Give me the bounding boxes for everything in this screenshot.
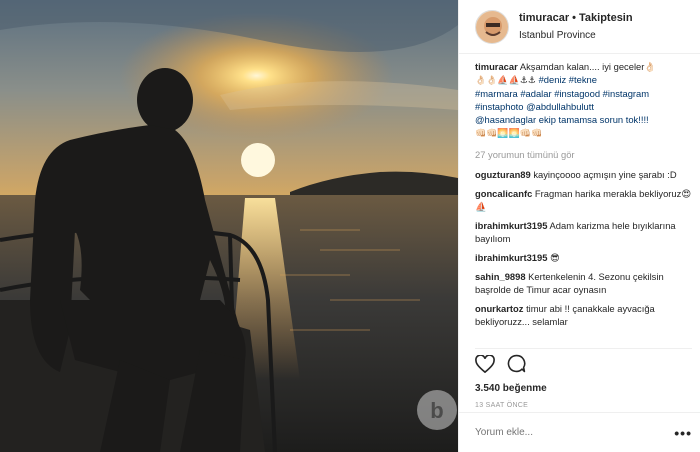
avatar[interactable] <box>475 9 509 44</box>
caption-emoji-line: 👌🏻👌🏻⛵⛵⚓⚓ <box>475 75 536 85</box>
comment-username[interactable]: goncalicanfc <box>475 188 532 199</box>
instagram-post: b timuracar • Takiptesin Istanbul Provin… <box>0 0 700 452</box>
caption-hashtags-2[interactable]: #marmara #adalar #instagood #instagram <box>475 88 649 99</box>
heart-icon[interactable] <box>475 353 495 378</box>
post-time: 13 SAAT ÖNCE <box>475 402 529 409</box>
comment-item: ibrahimkurt3195 Adam karizma hele bıyıkl… <box>475 219 692 245</box>
add-comment-input[interactable] <box>475 427 675 438</box>
comment-text: 😎 <box>550 252 560 263</box>
post-header: timuracar • Takiptesin Istanbul Province <box>459 0 700 54</box>
post-side-panel: timuracar • Takiptesin Istanbul Province… <box>458 0 700 452</box>
comment-item: ibrahimkurt3195 😎 <box>475 251 692 264</box>
watermark-logo: b <box>417 390 457 430</box>
header-separator: • <box>572 11 576 24</box>
comment-text: kayinçoooo açmışın yine şarabı :D <box>533 169 677 180</box>
caption-hashtags-3[interactable]: #instaphoto @abdullahbulutt <box>475 101 594 112</box>
comment-item: onurkartoz timur abi !! çanakkale ayvacı… <box>475 302 692 328</box>
caption-mention[interactable]: @hasandaglar ekip tamamsa sorun tok!!!! <box>475 114 649 125</box>
post-photo[interactable]: b <box>0 0 458 452</box>
comment-username[interactable]: sahin_9898 <box>475 271 526 282</box>
comment-bubble-icon[interactable] <box>507 354 526 378</box>
caption-hashtags-1[interactable]: #deniz #tekne <box>539 74 597 85</box>
following-button[interactable]: Takiptesin <box>579 11 633 26</box>
comment-item: sahin_9898 Kertenkelenin 4. Sezonu çekil… <box>475 270 692 296</box>
post-actions: 3.540 beğenme 13 SAAT ÖNCE <box>475 348 692 409</box>
comment-username[interactable]: ibrahimkurt3195 <box>475 252 547 263</box>
post-location[interactable]: Istanbul Province <box>519 28 633 43</box>
svg-text:b: b <box>430 398 443 423</box>
add-comment-bar: ••• <box>459 412 700 452</box>
caption-text: Akşamdan kalan.... iyi geceler👌🏻 <box>519 61 657 72</box>
comment-item: goncalicanfc Fragman harika merakla bekl… <box>475 187 692 213</box>
likes-count[interactable]: 3.540 beğenme <box>475 383 692 394</box>
comments-list[interactable]: timuracar Akşamdan kalan.... iyi geceler… <box>475 60 692 352</box>
comment-username[interactable]: oguzturan89 <box>475 169 531 180</box>
caption-emoji-line-2: 👊🏻👊🏻🌅🌅👊🏻👊🏻 <box>475 128 543 138</box>
more-options-icon[interactable]: ••• <box>674 425 692 441</box>
comment-username[interactable]: ibrahimkurt3195 <box>475 220 547 231</box>
comment-item: oguzturan89 kayinçoooo açmışın yine şara… <box>475 168 692 181</box>
sunset-photo: b <box>0 0 458 452</box>
view-all-comments-link[interactable]: 27 yorumun tümünü gör <box>475 148 692 161</box>
post-username[interactable]: timuracar <box>519 11 569 26</box>
comment-username[interactable]: onurkartoz <box>475 303 523 314</box>
caption-username[interactable]: timuracar <box>475 61 518 72</box>
caption: timuracar Akşamdan kalan.... iyi geceler… <box>475 60 692 140</box>
